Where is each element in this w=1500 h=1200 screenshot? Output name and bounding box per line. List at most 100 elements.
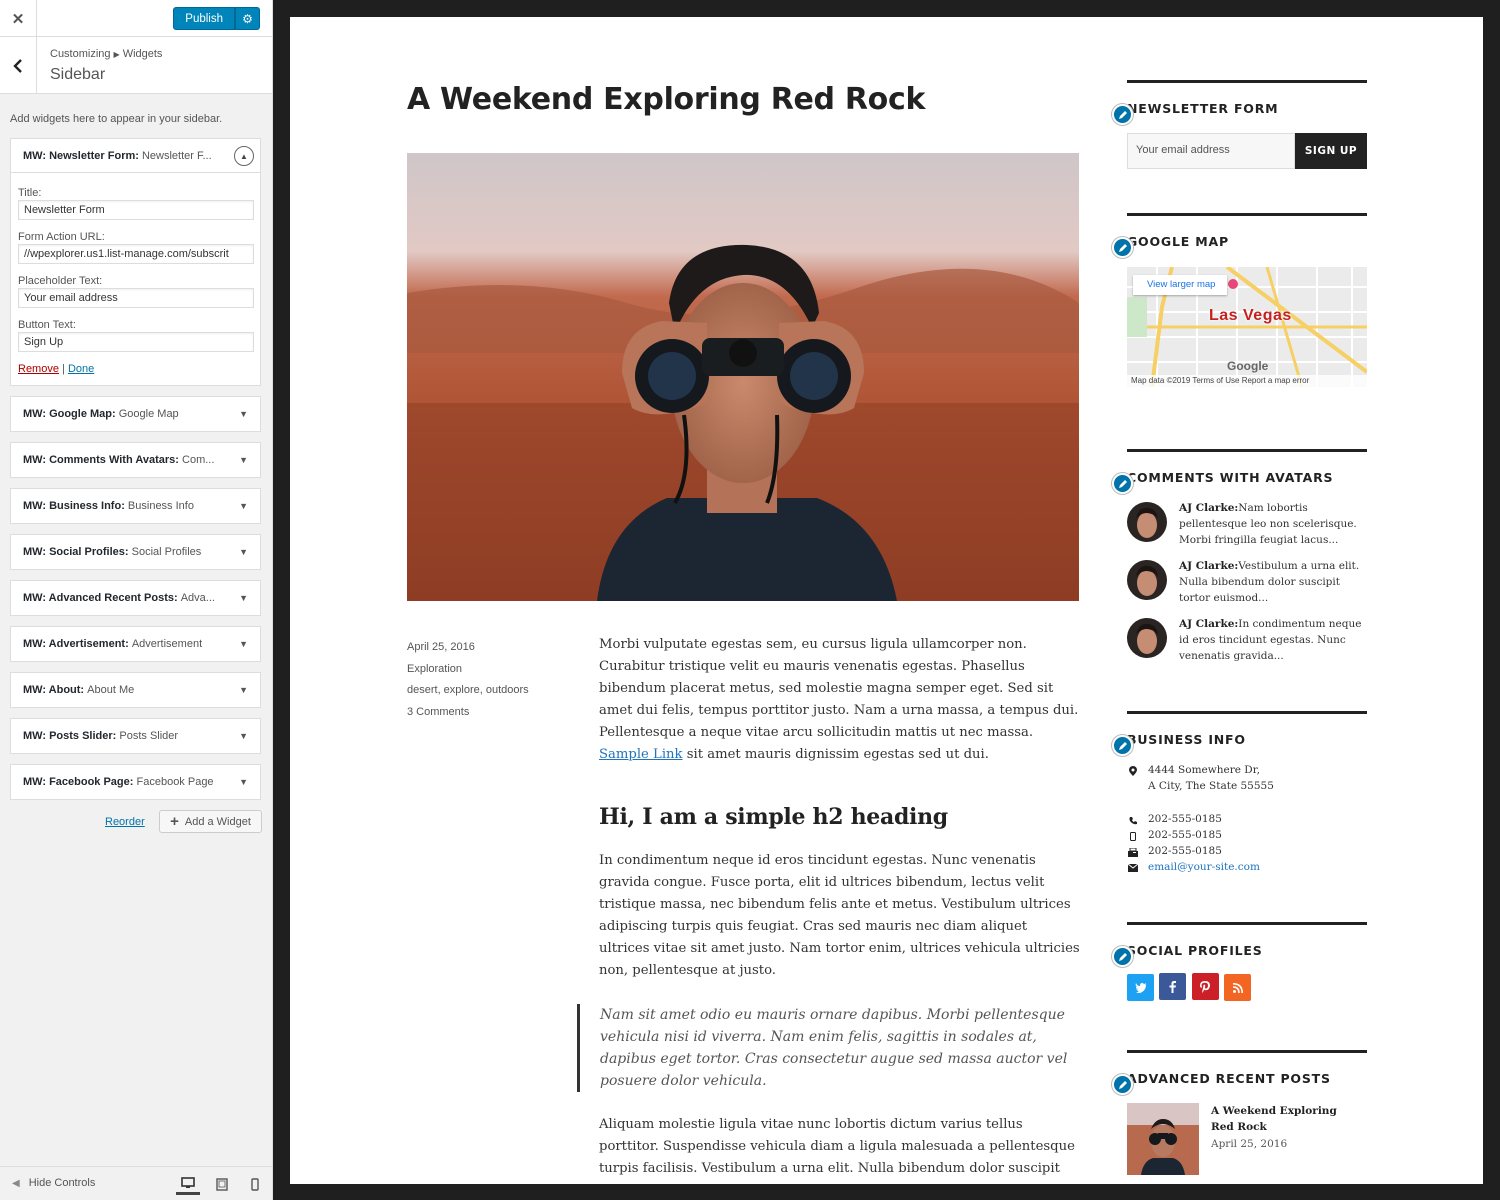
triangle-down-icon[interactable]: ▼ bbox=[239, 455, 248, 465]
triangle-up-icon: ▲ bbox=[240, 151, 248, 161]
fax-icon bbox=[1127, 846, 1139, 858]
comment-item[interactable]: AJ Clarke:In condimentum neque id eros t… bbox=[1127, 618, 1367, 676]
preview-mobile-button[interactable] bbox=[243, 1173, 267, 1195]
widget-comments-with-avatars[interactable]: MW: Comments With Avatars: Com... ▼ bbox=[10, 442, 261, 478]
facebook-button[interactable] bbox=[1159, 973, 1187, 1000]
remove-link[interactable]: Remove bbox=[18, 363, 59, 375]
reorder-link[interactable]: Reorder bbox=[105, 816, 145, 828]
triangle-down-icon[interactable]: ▼ bbox=[239, 639, 248, 649]
breadcrumb-root: Customizing bbox=[50, 48, 111, 60]
breadcrumb-current: Widgets bbox=[122, 48, 163, 60]
button-text-field[interactable]: Sign Up bbox=[18, 332, 254, 352]
edit-widget-shortcut[interactable] bbox=[1112, 237, 1133, 258]
twitter-button[interactable] bbox=[1127, 974, 1154, 1001]
newsletter-widget: NEWSLETTER FORM Your email address SIGN … bbox=[1112, 80, 1367, 190]
widget-header[interactable]: MW: Advertisement: Advertisement ▼ bbox=[11, 627, 260, 661]
widget-header[interactable]: MW: Google Map: Google Map ▼ bbox=[11, 397, 260, 431]
email: email@your-site.com bbox=[1127, 859, 1367, 875]
rss-icon bbox=[1232, 982, 1243, 993]
edit-widget-shortcut[interactable] bbox=[1112, 104, 1133, 125]
hide-controls-button[interactable]: ◀ Hide Controls bbox=[12, 1177, 95, 1189]
recent-post-date: April 25, 2016 bbox=[1211, 1138, 1288, 1150]
title-field[interactable]: Newsletter Form bbox=[18, 200, 254, 220]
google-logo: Google bbox=[1227, 359, 1269, 373]
recent-posts-widget: ADVANCED RECENT POSTS A Weekend Explorin… bbox=[1112, 1050, 1367, 1184]
widget-advertisement[interactable]: MW: Advertisement: Advertisement ▼ bbox=[10, 626, 261, 662]
edit-widget-shortcut[interactable] bbox=[1112, 735, 1133, 756]
back-button[interactable] bbox=[0, 37, 37, 94]
blockquote: Nam sit amet odio eu mauris ornare dapib… bbox=[577, 1004, 1081, 1092]
close-button[interactable]: ✕ bbox=[0, 0, 37, 37]
triangle-down-icon[interactable]: ▼ bbox=[239, 685, 248, 695]
newsletter-email-input[interactable]: Your email address bbox=[1127, 133, 1295, 169]
triangle-down-icon[interactable]: ▼ bbox=[239, 777, 248, 787]
widget-header[interactable]: MW: Social Profiles: Social Profiles ▼ bbox=[11, 535, 260, 569]
edit-widget-shortcut[interactable] bbox=[1112, 946, 1133, 967]
widget-posts-slider[interactable]: MW: Posts Slider: Posts Slider ▼ bbox=[10, 718, 261, 754]
rss-button[interactable] bbox=[1224, 974, 1252, 1001]
recent-post-title[interactable]: A Weekend Exploring Red Rock bbox=[1211, 1103, 1361, 1135]
placeholder-text-field[interactable]: Your email address bbox=[18, 288, 254, 308]
widget-advanced-recent-posts[interactable]: MW: Advanced Recent Posts: Adva... ▼ bbox=[10, 580, 261, 616]
collapse-icon: ◀ bbox=[12, 1177, 20, 1189]
triangle-down-icon[interactable]: ▼ bbox=[239, 409, 248, 419]
triangle-down-icon[interactable]: ▼ bbox=[239, 547, 248, 557]
post-category-link[interactable]: Exploration bbox=[407, 659, 529, 681]
preview-tablet-button[interactable] bbox=[210, 1173, 234, 1195]
triangle-down-icon[interactable]: ▼ bbox=[239, 731, 248, 741]
envelope-icon bbox=[1127, 862, 1139, 874]
widget-header[interactable]: MW: Comments With Avatars: Com... ▼ bbox=[11, 443, 260, 477]
widget-google-map[interactable]: MW: Google Map: Google Map ▼ bbox=[10, 396, 261, 432]
phone-icon bbox=[1127, 814, 1139, 826]
address-line-2: A City, The State 55555 bbox=[1148, 780, 1274, 792]
breadcrumb: Customizing ▶ Widgets bbox=[50, 48, 162, 60]
pinterest-button[interactable] bbox=[1191, 973, 1219, 1000]
comment-author: AJ Clarke: bbox=[1179, 618, 1239, 630]
widget-header[interactable]: MW: About: About Me ▼ bbox=[11, 673, 260, 707]
publish-button[interactable]: Publish bbox=[173, 7, 235, 30]
view-larger-map-link[interactable]: View larger map bbox=[1133, 275, 1228, 295]
widget-business-info[interactable]: MW: Business Info: Business Info ▼ bbox=[10, 488, 261, 524]
form-action-url-field[interactable]: //wpexplorer.us1.list-manage.com/subscri… bbox=[18, 244, 254, 264]
email-link[interactable]: email@your-site.com bbox=[1148, 861, 1260, 873]
paragraph: In condimentum neque id eros tincidunt e… bbox=[599, 853, 1080, 978]
widget-header[interactable]: MW: Advanced Recent Posts: Adva... ▼ bbox=[11, 581, 260, 615]
widget-title: BUSINESS INFO bbox=[1127, 732, 1246, 747]
widget-header[interactable]: MW: Facebook Page: Facebook Page ▼ bbox=[11, 765, 260, 799]
widget-actions: Remove | Done bbox=[18, 363, 253, 375]
edit-widget-shortcut[interactable] bbox=[1112, 1074, 1133, 1095]
widget-social-profiles[interactable]: MW: Social Profiles: Social Profiles ▼ bbox=[10, 534, 261, 570]
edit-widget-shortcut[interactable] bbox=[1112, 473, 1133, 494]
comment-text: AJ Clarke:In condimentum neque id eros t… bbox=[1179, 616, 1371, 664]
newsletter-signup-button[interactable]: SIGN UP bbox=[1295, 133, 1367, 169]
preview-desktop-button[interactable] bbox=[176, 1173, 200, 1195]
widget-header[interactable]: MW: Newsletter Form: Newsletter F... ▲ bbox=[11, 139, 260, 173]
avatar bbox=[1127, 560, 1167, 600]
gear-icon: ⚙ bbox=[242, 11, 253, 26]
triangle-down-icon[interactable]: ▼ bbox=[239, 593, 248, 603]
sample-link[interactable]: Sample Link bbox=[599, 747, 683, 762]
collapse-widget-button[interactable]: ▲ bbox=[234, 146, 254, 166]
featured-image bbox=[407, 153, 1079, 601]
widget-instance-title: Advertisement bbox=[131, 638, 203, 650]
desktop-icon bbox=[181, 1176, 195, 1188]
comment-item[interactable]: AJ Clarke:Nam lobortis pellentesque leo … bbox=[1127, 502, 1367, 560]
widget-instance-title: About Me bbox=[87, 684, 135, 696]
avatar bbox=[1127, 502, 1167, 542]
publish-group: Publish ⚙ bbox=[173, 7, 260, 30]
comment-item[interactable]: AJ Clarke:Vestibulum a urna elit. Nulla … bbox=[1127, 560, 1367, 618]
add-widget-label: Add a Widget bbox=[184, 815, 251, 828]
add-widget-button[interactable]: + Add a Widget bbox=[159, 810, 262, 833]
triangle-down-icon[interactable]: ▼ bbox=[239, 501, 248, 511]
widget-about[interactable]: MW: About: About Me ▼ bbox=[10, 672, 261, 708]
publish-settings-button[interactable]: ⚙ bbox=[235, 7, 260, 30]
placeholder-text-label: Placeholder Text: bbox=[18, 275, 103, 287]
widget-header[interactable]: MW: Business Info: Business Info ▼ bbox=[11, 489, 260, 523]
widget-header[interactable]: MW: Posts Slider: Posts Slider ▼ bbox=[11, 719, 260, 753]
widget-facebook-page[interactable]: MW: Facebook Page: Facebook Page ▼ bbox=[10, 764, 261, 800]
post-comments-link[interactable]: 3 Comments bbox=[407, 702, 529, 724]
map-embed[interactable]: View larger map Las Vegas Google Map dat… bbox=[1127, 267, 1367, 387]
done-link[interactable]: Done bbox=[68, 363, 94, 375]
recent-post-thumbnail[interactable] bbox=[1127, 1103, 1199, 1175]
post-tags[interactable]: desert, explore, outdoors bbox=[407, 680, 529, 702]
